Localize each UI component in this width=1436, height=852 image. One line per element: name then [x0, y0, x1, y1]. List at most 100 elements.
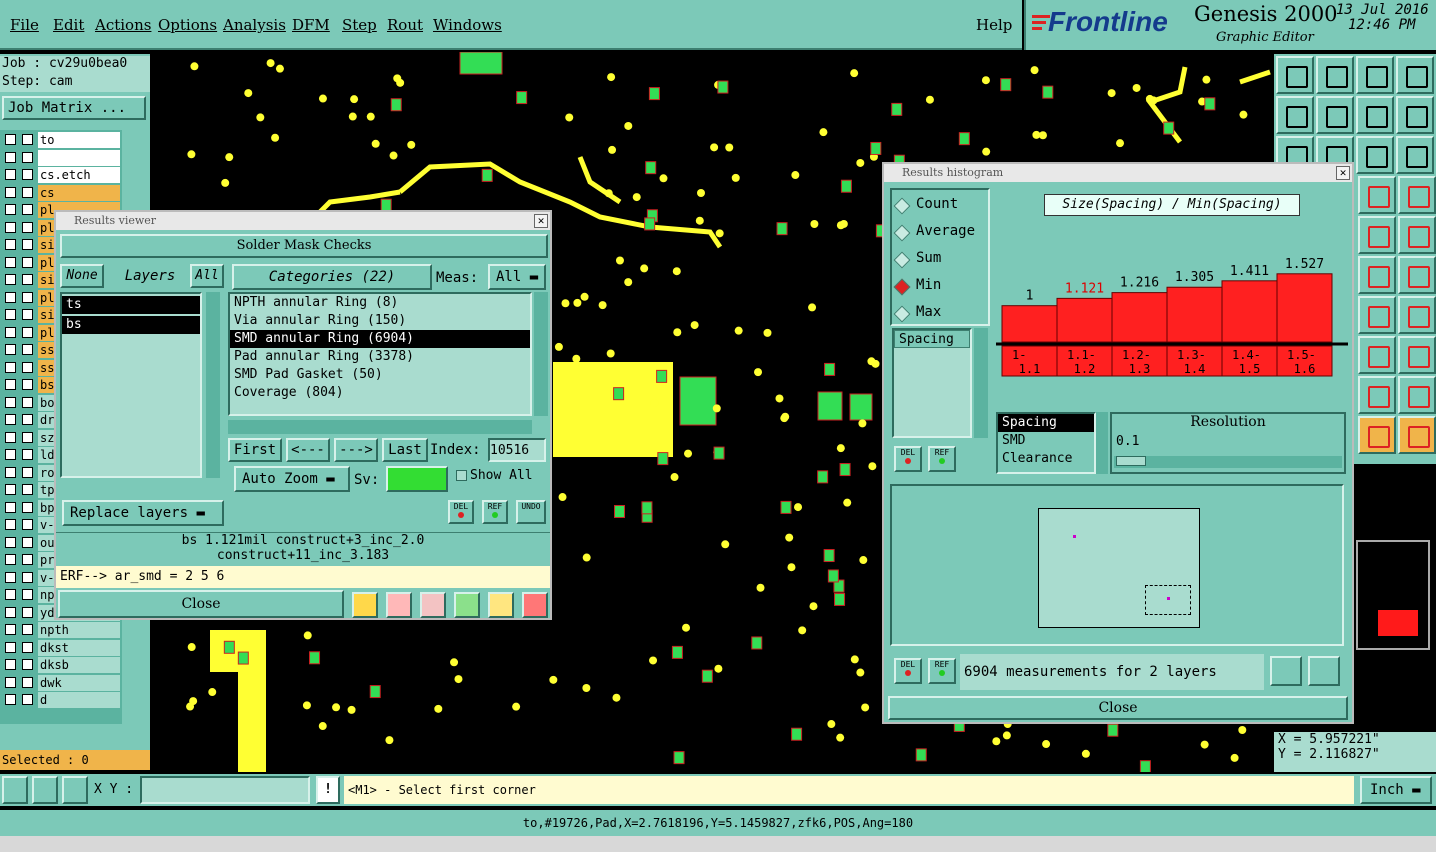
help-icon[interactable] — [1396, 136, 1434, 174]
hist-del-button[interactable]: DEL — [894, 446, 922, 472]
category-item[interactable]: Pad annular Ring (3378) — [230, 348, 530, 366]
ruler-icon[interactable] — [1358, 216, 1396, 254]
ref-button[interactable]: REF — [482, 500, 508, 524]
layer-checkbox[interactable] — [5, 361, 16, 373]
layer-checkbox[interactable] — [5, 519, 16, 530]
categories-scrollbar[interactable] — [534, 292, 548, 416]
del-button[interactable]: DEL — [448, 500, 474, 524]
xy-input[interactable] — [140, 776, 310, 804]
mode-radio[interactable] — [893, 197, 911, 215]
last-button[interactable]: Last — [382, 438, 428, 462]
meas-select[interactable]: All ▬ — [488, 264, 546, 290]
histogram-bar[interactable] — [1111, 292, 1168, 343]
layer-affected-checkbox[interactable] — [22, 291, 33, 303]
layer-checkbox[interactable] — [5, 624, 16, 635]
all-button[interactable]: All — [190, 264, 224, 288]
layer-checkbox[interactable] — [5, 449, 16, 460]
grid-icon[interactable] — [62, 776, 88, 804]
layer-checkbox[interactable] — [5, 396, 16, 408]
layer-row[interactable]: cs — [2, 184, 120, 201]
layer-affected-checkbox[interactable] — [22, 221, 33, 233]
menu-options[interactable]: Options — [158, 16, 217, 34]
layer-affected-checkbox[interactable] — [22, 309, 33, 320]
layer-row[interactable]: npth — [2, 622, 120, 638]
resolution-slider[interactable] — [1114, 456, 1342, 468]
layer-checkbox[interactable] — [5, 606, 16, 618]
layer-checkbox[interactable] — [5, 239, 16, 250]
shapes-icon[interactable] — [1398, 336, 1436, 374]
node-icon[interactable] — [1358, 256, 1396, 294]
layer-checkbox[interactable] — [5, 536, 16, 548]
histogram-bar[interactable] — [1221, 280, 1278, 343]
layer-checkbox[interactable] — [5, 326, 16, 338]
none-button[interactable]: None — [60, 264, 104, 288]
mode-radio[interactable] — [893, 224, 911, 242]
snap-icon[interactable] — [1398, 416, 1436, 454]
mode-radio[interactable] — [893, 305, 911, 323]
layer-checkbox[interactable] — [5, 571, 16, 583]
close-button[interactable]: Close — [58, 590, 344, 618]
layer-checkbox[interactable] — [5, 204, 16, 215]
measure-icon[interactable] — [2, 776, 28, 804]
layer-row[interactable]: d — [2, 692, 120, 708]
option-item[interactable]: Spacing — [998, 414, 1094, 432]
layer-affected-checkbox[interactable] — [22, 624, 33, 635]
layer-affected-checkbox[interactable] — [22, 396, 33, 408]
layer-affected-checkbox[interactable] — [22, 466, 33, 478]
histogram-icon[interactable] — [522, 592, 548, 618]
close-icon[interactable]: ✕ — [534, 214, 548, 228]
menu-actions[interactable]: Actions — [95, 16, 151, 34]
option-item[interactable]: SMD — [998, 432, 1094, 450]
options-list[interactable]: Spacing SMD Clearance — [996, 412, 1096, 474]
layer-checkbox[interactable] — [5, 169, 16, 180]
layer-checkbox[interactable] — [5, 589, 16, 600]
prev-button[interactable]: <--- — [286, 438, 330, 462]
menu-help[interactable]: Help — [976, 16, 1012, 34]
categories-list[interactable]: NPTH annular Ring (8) Via annular Ring (1… — [228, 292, 532, 416]
scale-icon[interactable] — [1356, 136, 1394, 174]
layer-checkbox[interactable] — [5, 466, 16, 478]
layer-checkbox[interactable] — [5, 151, 16, 163]
layer-checkbox[interactable] — [5, 414, 16, 425]
layer-checkbox[interactable] — [5, 274, 16, 285]
layer-affected-checkbox[interactable] — [22, 449, 33, 460]
mini-map[interactable] — [1356, 540, 1430, 650]
layer-checkbox[interactable] — [5, 431, 16, 443]
layer-affected-checkbox[interactable] — [22, 484, 33, 495]
layer-checkbox[interactable] — [5, 554, 16, 565]
next-button[interactable]: ---> — [334, 438, 378, 462]
auto-zoom-select[interactable]: Auto Zoom ▬ — [234, 466, 350, 492]
close-icon[interactable]: ✕ — [1336, 166, 1350, 180]
layer-affected-checkbox[interactable] — [22, 151, 33, 163]
menu-windows[interactable]: Windows — [433, 16, 502, 34]
spacing-item[interactable]: Spacing — [894, 330, 970, 348]
layer-affected-checkbox[interactable] — [22, 239, 33, 250]
layer-affected-checkbox[interactable] — [22, 169, 33, 180]
histogram-titlebar[interactable]: Results histogram — [884, 164, 1352, 182]
report-icon[interactable] — [488, 592, 514, 618]
histogram-bar[interactable] — [1166, 286, 1223, 343]
layer-affected-checkbox[interactable] — [22, 186, 33, 198]
grid-view-icon[interactable] — [1396, 56, 1434, 94]
layer-row[interactable]: dkst — [2, 639, 120, 656]
layer-checkbox[interactable] — [5, 256, 16, 268]
pointer-icon[interactable] — [1358, 416, 1396, 454]
sv-color-select[interactable] — [386, 466, 448, 492]
result-layer-item[interactable]: bs — [62, 316, 200, 334]
layer-affected-checkbox[interactable] — [22, 501, 33, 513]
show-all-checkbox[interactable] — [456, 470, 467, 481]
angle-icon[interactable] — [32, 776, 58, 804]
menu-analysis[interactable]: Analysis — [223, 16, 286, 34]
category-item[interactable]: Via annular Ring (150) — [230, 312, 530, 330]
layer-affected-checkbox[interactable] — [22, 431, 33, 443]
layer-affected-checkbox[interactable] — [22, 589, 33, 600]
layer-checkbox[interactable] — [5, 344, 16, 355]
layer-affected-checkbox[interactable] — [22, 379, 33, 390]
layer-affected-checkbox[interactable] — [22, 256, 33, 268]
display-icon[interactable] — [352, 592, 378, 618]
save-icon[interactable] — [1276, 56, 1314, 94]
layer-checkbox[interactable] — [5, 186, 16, 198]
layer-checkbox[interactable] — [5, 134, 16, 145]
layer-affected-checkbox[interactable] — [22, 414, 33, 425]
category-item[interactable]: Coverage (804) — [230, 384, 530, 402]
